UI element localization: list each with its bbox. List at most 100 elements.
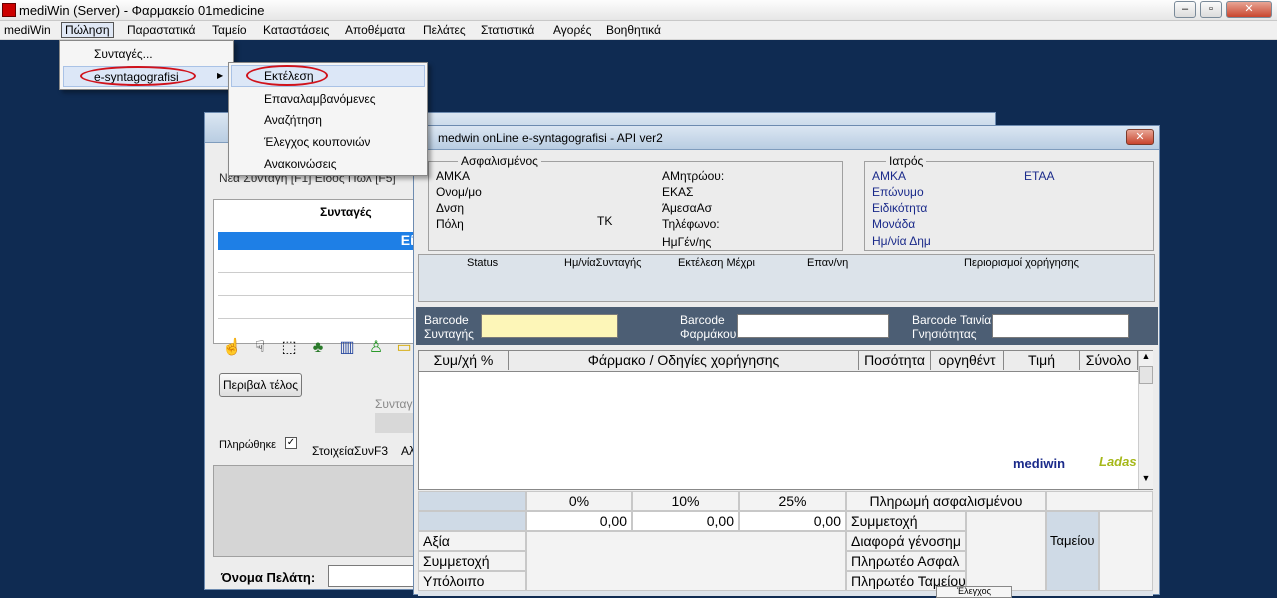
menu-syntages[interactable]: Συνταγές...: [94, 47, 153, 61]
barcode-syntagis-input[interactable]: [481, 314, 618, 338]
col-timi[interactable]: Τιμή: [1004, 351, 1080, 370]
col-synolo[interactable]: Σύνολο: [1080, 351, 1138, 370]
col-symmetoxi[interactable]: Συμ/χή %: [419, 351, 509, 370]
paid-checkbox[interactable]: ✓: [285, 437, 297, 449]
close-button[interactable]: ✕: [1226, 1, 1272, 18]
barcode-farmakou-line2: Φαρμάκου: [680, 327, 737, 341]
value-10pct: 0,00: [632, 511, 739, 531]
summary-values-area: [526, 531, 846, 591]
menu-apothemata[interactable]: Αποθέματα: [345, 23, 405, 37]
barcode-syntagis-line2: Συνταγής: [424, 327, 474, 341]
barcode-syntagis-label: Barcode Συνταγής: [424, 313, 474, 341]
info-panel: [213, 465, 418, 557]
barcode-farmakou-line1: Barcode: [680, 313, 725, 327]
poliisi-dropdown: Συνταγές... e-syntagografisi ▶: [59, 40, 234, 90]
doctor-amka-label: ΑΜΚΑ: [872, 169, 907, 183]
menu-statistika[interactable]: Στατιστικά: [481, 23, 534, 37]
fee-button[interactable]: Περιβαλ τέλος: [219, 373, 302, 397]
flask-icon[interactable]: ♙: [365, 337, 387, 359]
esyn-close-button[interactable]: ✕: [1126, 129, 1154, 145]
prescriptions-tab[interactable]: Συνταγές: [320, 205, 372, 219]
menu-agores[interactable]: Αγορές: [553, 23, 591, 37]
menu-parastatika[interactable]: Παραστατικά: [127, 23, 195, 37]
ladas-logo: Ladas: [1099, 454, 1137, 469]
fund-blue-column: [1046, 511, 1099, 591]
barcode-strip: Barcode Συνταγής Barcode Φαρμάκου Barcode …: [416, 307, 1158, 345]
execution-until-header: Εκτέλεση Μέχρι: [678, 257, 755, 269]
pay-symmetoxi-label: Συμμετοχή: [846, 511, 966, 531]
insured-amka-label: ΑΜΚΑ: [436, 169, 471, 183]
value-0pct: 0,00: [526, 511, 632, 531]
menu-elegxos-kouponion[interactable]: Έλεγχος κουπονιών: [264, 135, 370, 149]
insured-tk-label: ΤΚ: [597, 214, 613, 228]
insured-registry-label: ΑΜητρώου:: [662, 169, 725, 183]
check-tab[interactable]: Έλεγχος: [936, 586, 1012, 598]
insured-birthdate-label: ΗμΓέν/ης: [662, 235, 712, 249]
syntag-field[interactable]: [375, 413, 415, 433]
highlight-oval: [80, 66, 196, 86]
value-25pct: 0,00: [739, 511, 846, 531]
scroll-thumb[interactable]: [1139, 366, 1153, 384]
scroll-up-icon[interactable]: ▲: [1139, 351, 1153, 365]
row-divider: [218, 295, 418, 296]
esyntagografisi-submenu: Εκτέλεση Επαναλαμβανόμενες Αναζήτηση Έλε…: [228, 62, 428, 176]
selected-row[interactable]: Εί: [218, 232, 418, 250]
select-icon[interactable]: ⬚: [278, 337, 300, 359]
app-icon: [2, 3, 16, 17]
pct-25-header: 25%: [739, 491, 846, 511]
row-divider: [218, 318, 418, 319]
pointer-icon[interactable]: ☟: [249, 337, 271, 359]
menu-katastaseis[interactable]: Καταστάσεις: [263, 23, 329, 37]
pay-insured-label: Πληρωτέο Ασφαλ: [846, 551, 966, 571]
menu-anazitisi[interactable]: Αναζήτηση: [264, 113, 322, 127]
barcode-farmakou-input[interactable]: [737, 314, 889, 338]
menu-bar: mediWin Πώληση Παραστατικά Ταμείο Καταστ…: [0, 21, 1277, 40]
col-chorigithentes[interactable]: οργηθέντ: [931, 351, 1004, 370]
person-icon[interactable]: ♣: [307, 337, 329, 359]
window-titlebar: mediWin (Server) - Φαρμακείο 01medicine …: [0, 0, 1277, 21]
submenu-arrow-icon: ▶: [217, 71, 224, 80]
customer-name-input[interactable]: [328, 565, 418, 587]
fund-values-area: [1099, 511, 1153, 591]
axia-label: Αξία: [418, 531, 526, 551]
doctor-surname-label: Επώνυμο: [872, 185, 924, 199]
insured-name-label: Ονομ/μο: [436, 185, 482, 199]
menu-voithitika[interactable]: Βοηθητικά: [606, 23, 661, 37]
menu-anakoinoseis[interactable]: Ανακοινώσεις: [264, 157, 337, 171]
medicines-grid: Συμ/χή % Φάρμακο / Οδηγίες χορήγησης Ποσ…: [418, 350, 1153, 490]
menu-epanalamvanomenes[interactable]: Επαναλαμβανόμενες: [264, 92, 376, 106]
scroll-down-icon[interactable]: ▼: [1139, 473, 1153, 487]
col-posotita[interactable]: Ποσότητα: [859, 351, 931, 370]
maximize-button[interactable]: ▫: [1200, 1, 1222, 18]
fund-header: [1046, 491, 1153, 511]
values-row-label: [418, 511, 526, 531]
symmetoxi-row-label: Συμμετοχή: [418, 551, 526, 571]
pay-generic-diff-label: Διαφορά γένοσημ: [846, 531, 966, 551]
minimize-button[interactable]: –: [1174, 1, 1196, 18]
barcode-syntagis-line1: Barcode: [424, 313, 469, 327]
insured-ekas-label: ΕΚΑΣ: [662, 185, 694, 199]
insured-city-label: Πόλη: [436, 217, 464, 231]
bank-icon[interactable]: ▥: [336, 337, 358, 359]
menu-poliisi[interactable]: Πώληση: [61, 22, 114, 38]
status-header: Status: [467, 257, 499, 269]
insured-payment-header: Πληρωμή ασφαλισμένου: [846, 491, 1046, 511]
menu-tameio[interactable]: Ταμείο: [212, 23, 247, 37]
prescription-date-header: Ημ/νίαΣυνταγής: [564, 257, 642, 269]
col-farmako[interactable]: Φάρμακο / Οδηγίες χορήγησης: [509, 351, 859, 370]
insured-heading: Ασφαλισμένος: [458, 154, 541, 168]
insured-phone-label: Τηλέφωνο:: [662, 217, 720, 231]
doctor-specialty-label: Ειδικότητα: [872, 201, 928, 215]
menu-mediwin[interactable]: mediWin: [4, 23, 51, 37]
hand-icon[interactable]: ☝: [221, 337, 243, 359]
window-title: mediWin (Server) - Φαρμακείο 01medicine: [19, 3, 265, 18]
folder-icon[interactable]: ▭: [393, 337, 415, 359]
restrictions-header: Περιορισμοί χορήγησης: [964, 257, 1079, 269]
menu-pelates[interactable]: Πελάτες: [423, 23, 466, 37]
details-tab[interactable]: ΣτοιχείαΣυνF3: [312, 444, 388, 458]
barcode-tainia-input[interactable]: [992, 314, 1129, 338]
pct-10-header: 10%: [632, 491, 739, 511]
pct-0-header: 0%: [526, 491, 632, 511]
grid-scrollbar[interactable]: ▲ ▼: [1138, 351, 1153, 489]
barcode-tainia-line1: Barcode Ταινία: [912, 313, 992, 327]
